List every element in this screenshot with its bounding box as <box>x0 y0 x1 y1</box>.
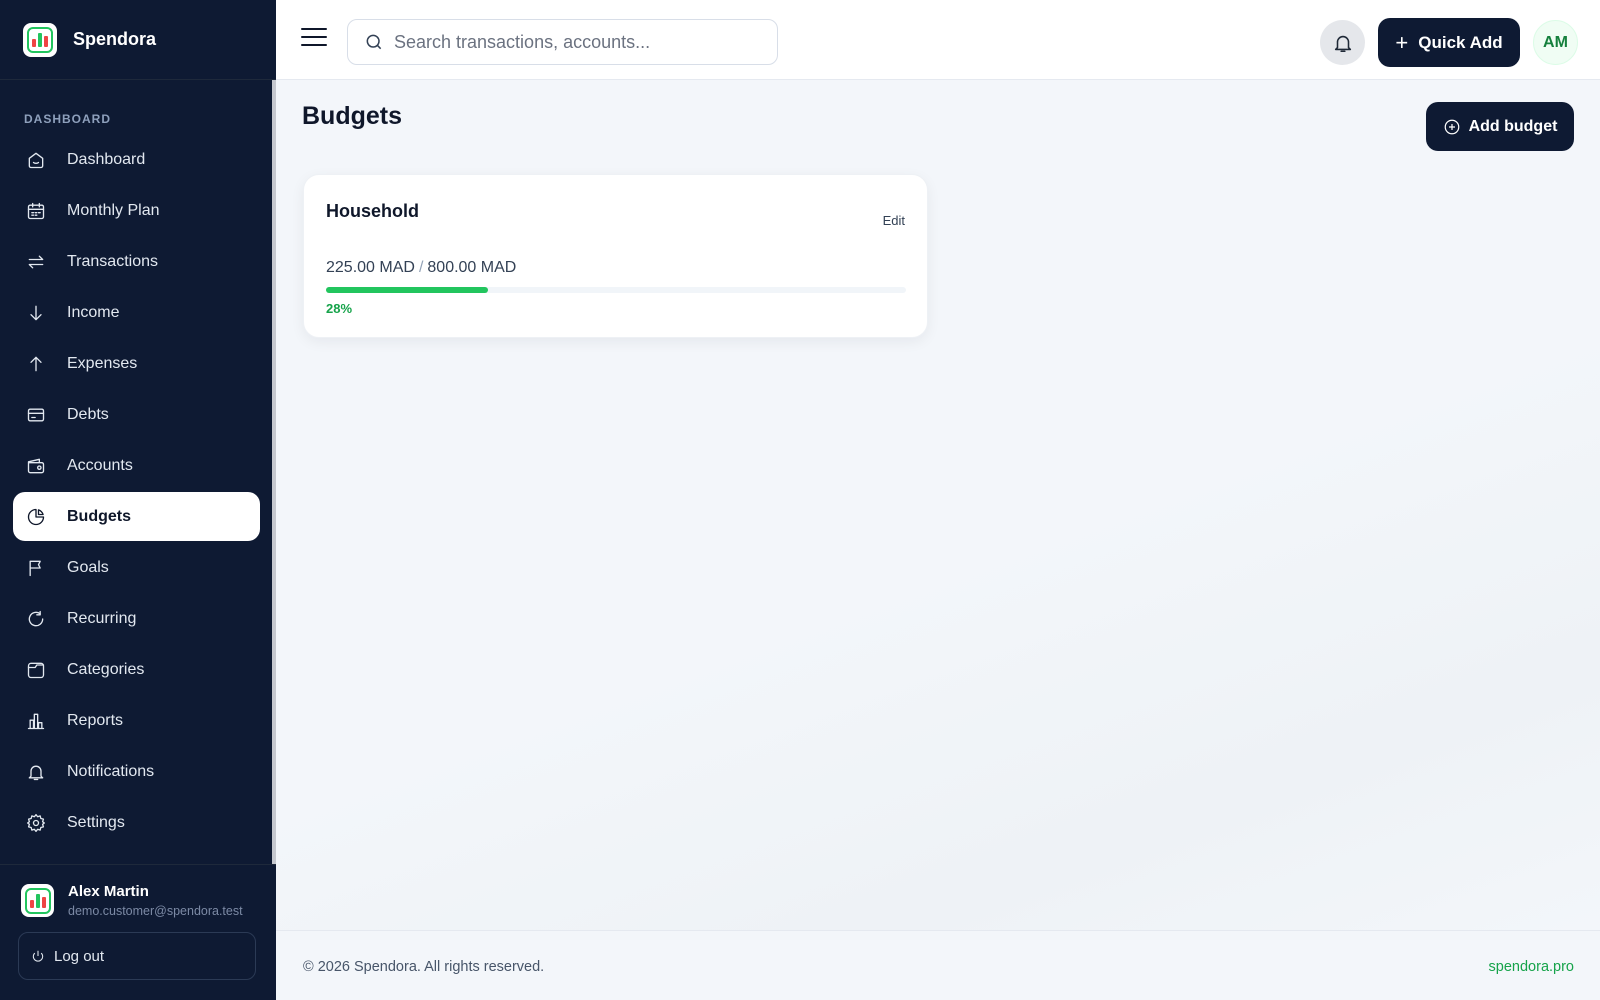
sidebar-item-income[interactable]: Income <box>13 288 260 337</box>
sidebar-item-label: Goals <box>67 558 109 576</box>
sidebar-nav: Dashboard Monthly Plan Transactions Inco… <box>13 135 260 849</box>
footer-copyright: © 2026 Spendora. All rights reserved. <box>303 959 545 975</box>
hamburger-menu-icon[interactable] <box>301 28 327 48</box>
sidebar-item-transactions[interactable]: Transactions <box>13 237 260 286</box>
sidebar-item-label: Settings <box>67 813 125 831</box>
budget-progress-fill <box>326 287 489 293</box>
credit-card-icon <box>26 405 46 425</box>
pie-chart-icon <box>26 507 46 527</box>
main-content: Budgets Add budget Household Edit 225.00… <box>276 80 1600 930</box>
home-icon <box>26 150 46 170</box>
user-name: Alex Martin <box>68 883 149 900</box>
logout-button[interactable]: Log out <box>18 932 256 980</box>
user-email: demo.customer@spendora.test <box>68 904 243 918</box>
user-block: Alex Martin demo.customer@spendora.test … <box>0 864 276 1000</box>
sidebar-item-label: Monthly Plan <box>67 201 160 219</box>
sidebar-item-label: Accounts <box>67 456 133 474</box>
budget-separator: / <box>418 259 424 276</box>
footer: © 2026 Spendora. All rights reserved. sp… <box>276 930 1600 1000</box>
bar-chart-icon <box>26 711 46 731</box>
refresh-icon <box>26 609 46 629</box>
user-profile[interactable]: Alex Martin demo.customer@spendora.test <box>21 883 243 918</box>
budget-limit: 800.00 MAD <box>427 259 517 276</box>
sidebar-item-goals[interactable]: Goals <box>13 543 260 592</box>
edit-budget-button[interactable]: Edit <box>883 213 905 228</box>
sidebar-item-label: Categories <box>67 660 145 678</box>
budget-name: Household <box>326 201 419 221</box>
sidebar-section-label: DASHBOARD <box>24 112 111 126</box>
brand[interactable]: Spendora <box>0 0 276 80</box>
budget-card: Household Edit 225.00 MAD/800.00 MAD 28% <box>303 174 928 338</box>
sidebar-item-notifications[interactable]: Notifications <box>13 747 260 796</box>
add-budget-label: Add budget <box>1468 117 1558 135</box>
gear-icon <box>26 813 46 833</box>
sidebar-item-label: Reports <box>67 711 124 729</box>
quick-add-label: Quick Add <box>1418 32 1503 52</box>
bell-icon <box>26 762 46 782</box>
sidebar-item-accounts[interactable]: Accounts <box>13 441 260 490</box>
spendora-logo-icon <box>23 22 57 57</box>
sidebar-item-expenses[interactable]: Expenses <box>13 339 260 388</box>
avatar[interactable]: AM <box>1533 20 1578 65</box>
quick-add-button[interactable]: + Quick Add <box>1378 18 1520 67</box>
notifications-button[interactable] <box>1320 20 1365 65</box>
sidebar-item-label: Debts <box>67 405 109 423</box>
sidebar-item-label: Recurring <box>67 609 137 627</box>
search-box[interactable] <box>347 19 778 65</box>
arrows-exchange-icon <box>26 252 46 272</box>
plus-circle-icon <box>1444 119 1459 134</box>
add-budget-button[interactable]: Add budget <box>1426 102 1574 151</box>
plus-icon: + <box>1395 29 1409 55</box>
sidebar-item-label: Expenses <box>67 354 138 372</box>
sidebar-item-label: Dashboard <box>67 150 146 168</box>
user-avatar-icon <box>21 884 54 917</box>
budget-amounts: 225.00 MAD/800.00 MAD <box>326 259 516 277</box>
sidebar-item-budgets[interactable]: Budgets <box>13 492 260 541</box>
wallet-icon <box>26 456 46 476</box>
power-icon <box>32 950 44 962</box>
sidebar-item-monthly-plan[interactable]: Monthly Plan <box>13 186 260 235</box>
sidebar-item-debts[interactable]: Debts <box>13 390 260 439</box>
budget-percent: 28% <box>326 301 353 316</box>
search-input[interactable] <box>394 31 774 53</box>
flag-icon <box>26 558 46 578</box>
sidebar-item-label: Income <box>67 303 120 321</box>
arrow-down-icon <box>26 303 46 323</box>
sidebar-item-recurring[interactable]: Recurring <box>13 594 260 643</box>
logout-label: Log out <box>54 947 105 965</box>
search-icon <box>366 34 382 50</box>
sidebar-item-dashboard[interactable]: Dashboard <box>13 135 260 184</box>
footer-site-link[interactable]: spendora.pro <box>1489 959 1574 975</box>
top-header: + Quick Add AM <box>276 0 1600 80</box>
sidebar-item-categories[interactable]: Categories <box>13 645 260 694</box>
sidebar-item-settings[interactable]: Settings <box>13 798 260 847</box>
calendar-icon <box>26 201 46 221</box>
budget-spent: 225.00 MAD <box>326 259 415 276</box>
page-title: Budgets <box>302 102 402 130</box>
sidebar-item-reports[interactable]: Reports <box>13 696 260 745</box>
brand-name: Spendora <box>73 29 157 49</box>
sidebar: Spendora DASHBOARD Dashboard Monthly Pla… <box>0 0 276 1000</box>
folder-icon <box>26 660 46 680</box>
budget-progress-track <box>326 287 906 293</box>
arrow-up-icon <box>26 354 46 374</box>
sidebar-item-label: Budgets <box>67 507 131 525</box>
bell-icon <box>1334 35 1351 52</box>
sidebar-item-label: Transactions <box>67 252 158 270</box>
sidebar-item-label: Notifications <box>67 762 155 780</box>
